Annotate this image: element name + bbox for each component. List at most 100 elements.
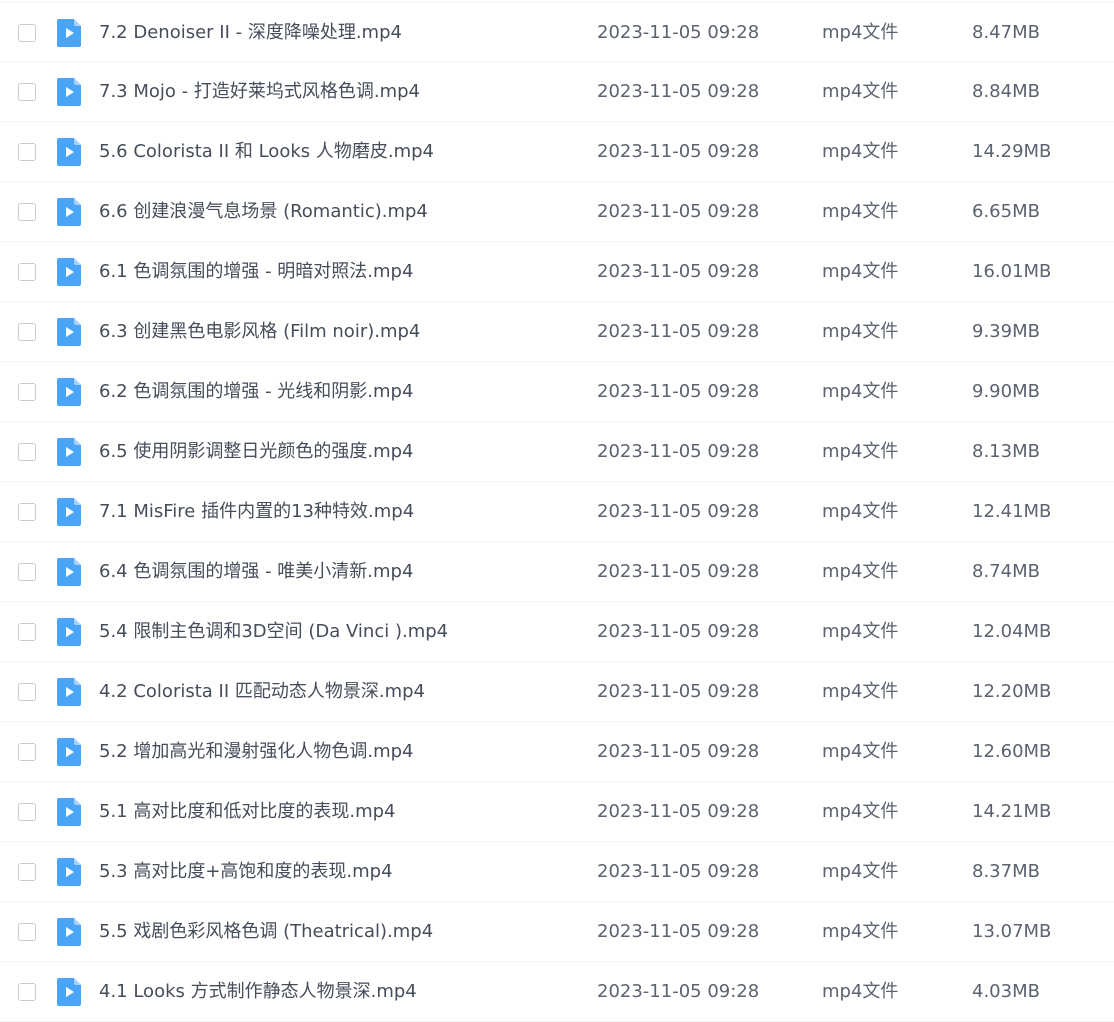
file-row[interactable]: 5.2 增加高光和漫射强化人物色调.mp4 2023-11-05 09:28 m… xyxy=(0,722,1114,782)
file-date: 2023-11-05 09:28 xyxy=(597,561,760,582)
file-name[interactable]: 6.3 创建黑色电影风格 (Film noir).mp4 xyxy=(99,320,420,344)
file-date: 2023-11-05 09:28 xyxy=(597,261,760,282)
file-size: 8.13MB xyxy=(972,441,1040,462)
video-file-icon[interactable] xyxy=(57,78,81,106)
video-file-icon[interactable] xyxy=(57,438,81,466)
file-row[interactable]: 6.5 使用阴影调整日光颜色的强度.mp4 2023-11-05 09:28 m… xyxy=(0,422,1114,482)
file-name[interactable]: 5.3 高对比度+高饱和度的表现.mp4 xyxy=(99,860,393,884)
row-checkbox[interactable] xyxy=(18,143,36,161)
video-file-icon[interactable] xyxy=(57,738,81,766)
file-row[interactable]: 7.3 Mojo - 打造好莱坞式风格色调.mp4 2023-11-05 09:… xyxy=(0,62,1114,122)
video-file-icon[interactable] xyxy=(57,678,81,706)
file-row[interactable]: 7.1 MisFire 插件内置的13种特效.mp4 2023-11-05 09… xyxy=(0,482,1114,542)
row-checkbox[interactable] xyxy=(18,24,36,42)
file-row[interactable]: 6.1 色调氛围的增强 - 明暗对照法.mp4 2023-11-05 09:28… xyxy=(0,242,1114,302)
row-checkbox[interactable] xyxy=(18,83,36,101)
video-file-icon[interactable] xyxy=(57,498,81,526)
file-size: 14.29MB xyxy=(972,141,1052,162)
file-type: mp4文件 xyxy=(822,621,899,642)
video-file-icon[interactable] xyxy=(57,858,81,886)
file-size: 8.47MB xyxy=(972,22,1040,43)
file-date: 2023-11-05 09:28 xyxy=(597,741,760,762)
video-file-icon[interactable] xyxy=(57,19,81,47)
file-type: mp4文件 xyxy=(822,501,899,522)
file-type: mp4文件 xyxy=(822,561,899,582)
file-name[interactable]: 5.4 限制主色调和3D空间 (Da Vinci ).mp4 xyxy=(99,620,448,644)
file-row[interactable]: 7.2 Denoiser II - 深度降噪处理.mp4 2023-11-05 … xyxy=(0,2,1114,62)
file-row[interactable]: 4.2 Colorista II 匹配动态人物景深.mp4 2023-11-05… xyxy=(0,662,1114,722)
video-file-icon[interactable] xyxy=(57,258,81,286)
row-checkbox[interactable] xyxy=(18,923,36,941)
video-file-icon[interactable] xyxy=(57,798,81,826)
file-size: 12.60MB xyxy=(972,741,1052,762)
file-type: mp4文件 xyxy=(822,981,899,1002)
file-date: 2023-11-05 09:28 xyxy=(597,441,760,462)
file-name[interactable]: 6.1 色调氛围的增强 - 明暗对照法.mp4 xyxy=(99,260,413,284)
file-date: 2023-11-05 09:28 xyxy=(597,501,760,522)
row-checkbox[interactable] xyxy=(18,683,36,701)
video-file-icon[interactable] xyxy=(57,318,81,346)
file-size: 12.20MB xyxy=(972,681,1052,702)
row-checkbox[interactable] xyxy=(18,863,36,881)
file-size: 9.39MB xyxy=(972,321,1040,342)
file-name[interactable]: 5.2 增加高光和漫射强化人物色调.mp4 xyxy=(99,740,413,764)
file-date: 2023-11-05 09:28 xyxy=(597,381,760,402)
video-file-icon[interactable] xyxy=(57,978,81,1006)
file-type: mp4文件 xyxy=(822,741,899,762)
file-size: 8.74MB xyxy=(972,561,1040,582)
file-name[interactable]: 7.1 MisFire 插件内置的13种特效.mp4 xyxy=(99,500,414,524)
file-name[interactable]: 5.5 戏剧色彩风格色调 (Theatrical).mp4 xyxy=(99,920,433,944)
file-row[interactable]: 5.1 高对比度和低对比度的表现.mp4 2023-11-05 09:28 mp… xyxy=(0,782,1114,842)
row-checkbox[interactable] xyxy=(18,443,36,461)
file-type: mp4文件 xyxy=(822,681,899,702)
file-type: mp4文件 xyxy=(822,22,899,43)
video-file-icon[interactable] xyxy=(57,558,81,586)
video-file-icon[interactable] xyxy=(57,618,81,646)
file-date: 2023-11-05 09:28 xyxy=(597,22,760,43)
file-row[interactable]: 6.3 创建黑色电影风格 (Film noir).mp4 2023-11-05 … xyxy=(0,302,1114,362)
file-name[interactable]: 7.2 Denoiser II - 深度降噪处理.mp4 xyxy=(99,21,402,45)
file-row[interactable]: 4.1 Looks 方式制作静态人物景深.mp4 2023-11-05 09:2… xyxy=(0,962,1114,1022)
file-row[interactable]: 5.6 Colorista II 和 Looks 人物磨皮.mp4 2023-1… xyxy=(0,122,1114,182)
row-checkbox[interactable] xyxy=(18,983,36,1001)
row-checkbox[interactable] xyxy=(18,203,36,221)
file-size: 9.90MB xyxy=(972,381,1040,402)
file-size: 8.84MB xyxy=(972,81,1040,102)
file-name[interactable]: 6.6 创建浪漫气息场景 (Romantic).mp4 xyxy=(99,200,428,224)
file-row[interactable]: 5.4 限制主色调和3D空间 (Da Vinci ).mp4 2023-11-0… xyxy=(0,602,1114,662)
video-file-icon[interactable] xyxy=(57,198,81,226)
video-file-icon[interactable] xyxy=(57,138,81,166)
file-row[interactable]: 6.4 色调氛围的增强 - 唯美小清新.mp4 2023-11-05 09:28… xyxy=(0,542,1114,602)
file-size: 16.01MB xyxy=(972,261,1052,282)
file-name[interactable]: 7.3 Mojo - 打造好莱坞式风格色调.mp4 xyxy=(99,80,420,104)
file-date: 2023-11-05 09:28 xyxy=(597,141,760,162)
video-file-icon[interactable] xyxy=(57,378,81,406)
file-size: 6.65MB xyxy=(972,201,1040,222)
file-name[interactable]: 4.1 Looks 方式制作静态人物景深.mp4 xyxy=(99,980,417,1004)
file-name[interactable]: 6.5 使用阴影调整日光颜色的强度.mp4 xyxy=(99,440,413,464)
file-size: 14.21MB xyxy=(972,801,1052,822)
video-file-icon[interactable] xyxy=(57,918,81,946)
row-checkbox[interactable] xyxy=(18,263,36,281)
row-checkbox[interactable] xyxy=(18,383,36,401)
file-type: mp4文件 xyxy=(822,321,899,342)
file-row[interactable]: 6.2 色调氛围的增强 - 光线和阴影.mp4 2023-11-05 09:28… xyxy=(0,362,1114,422)
file-row[interactable]: 6.6 创建浪漫气息场景 (Romantic).mp4 2023-11-05 0… xyxy=(0,182,1114,242)
file-name[interactable]: 5.6 Colorista II 和 Looks 人物磨皮.mp4 xyxy=(99,140,434,164)
file-date: 2023-11-05 09:28 xyxy=(597,621,760,642)
file-row[interactable]: 5.3 高对比度+高饱和度的表现.mp4 2023-11-05 09:28 mp… xyxy=(0,842,1114,902)
row-checkbox[interactable] xyxy=(18,623,36,641)
row-checkbox[interactable] xyxy=(18,563,36,581)
row-checkbox[interactable] xyxy=(18,743,36,761)
file-type: mp4文件 xyxy=(822,81,899,102)
row-checkbox[interactable] xyxy=(18,323,36,341)
row-checkbox[interactable] xyxy=(18,803,36,821)
file-type: mp4文件 xyxy=(822,201,899,222)
file-name[interactable]: 6.2 色调氛围的增强 - 光线和阴影.mp4 xyxy=(99,380,413,404)
file-row[interactable]: 5.5 戏剧色彩风格色调 (Theatrical).mp4 2023-11-05… xyxy=(0,902,1114,962)
file-date: 2023-11-05 09:28 xyxy=(597,81,760,102)
file-name[interactable]: 5.1 高对比度和低对比度的表现.mp4 xyxy=(99,800,395,824)
file-name[interactable]: 6.4 色调氛围的增强 - 唯美小清新.mp4 xyxy=(99,560,413,584)
row-checkbox[interactable] xyxy=(18,503,36,521)
file-name[interactable]: 4.2 Colorista II 匹配动态人物景深.mp4 xyxy=(99,680,425,704)
